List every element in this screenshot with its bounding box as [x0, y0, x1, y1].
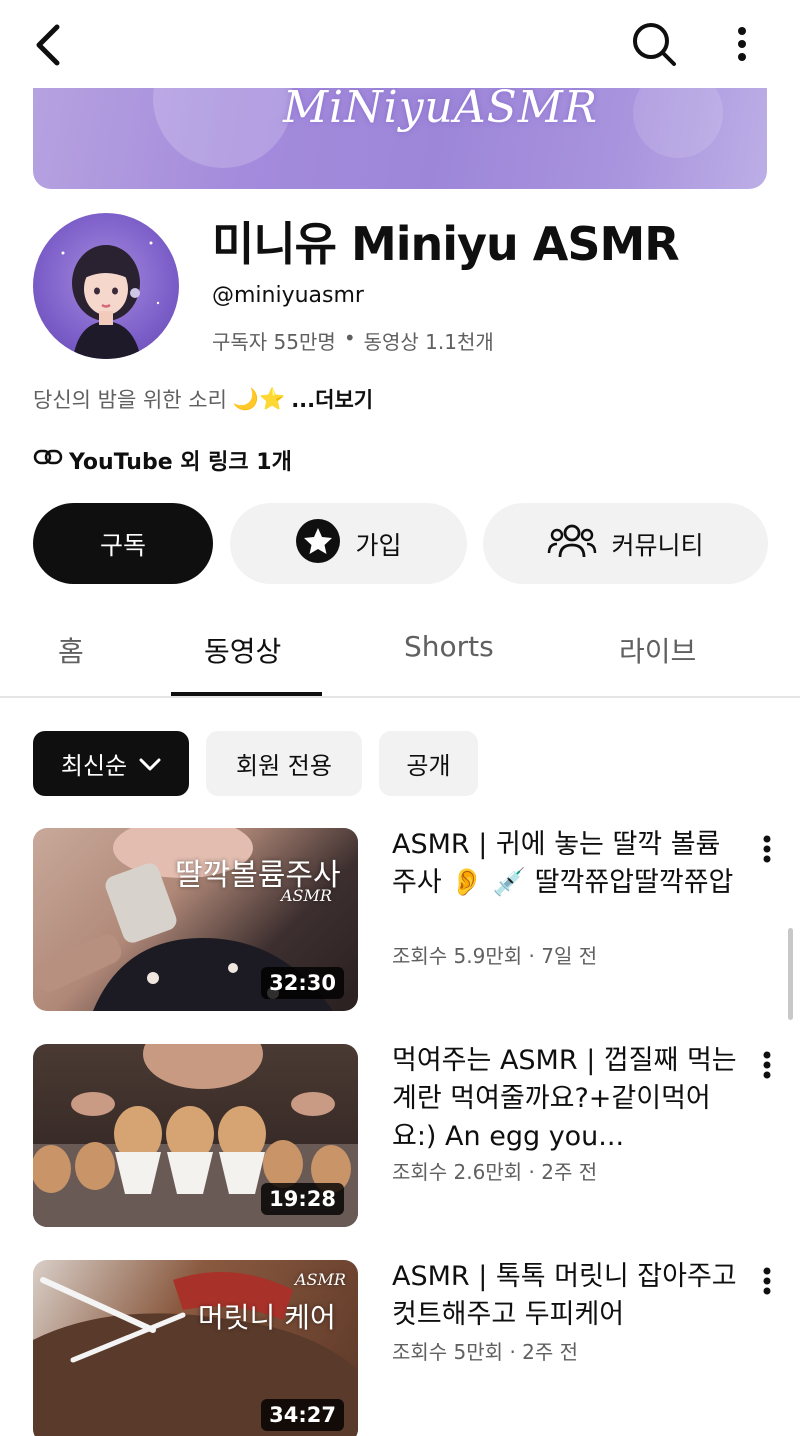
video-title[interactable]: ASMR | 귀에 놓는 딸깍 볼륨 주사 👂 💉 딸깍쮸압딸깍쮸압 [392, 826, 742, 902]
video-meta: 조회수 5만회 · 2주 전 [392, 1340, 579, 1364]
banner-moon-decoration [633, 88, 723, 158]
subscribe-button[interactable]: 구독 [33, 503, 213, 584]
people-icon [547, 521, 597, 567]
channel-banner: MiNiyuASMR [33, 88, 767, 189]
top-app-bar [0, 0, 800, 90]
video-duration: 19:28 [261, 1183, 344, 1215]
video-title[interactable]: 먹여주는 ASMR | 껍질째 먹는 계란 먹여줄까요?+같이먹어요:) An … [392, 1042, 742, 1156]
tab-live[interactable]: 라이브 [619, 630, 696, 670]
thumbnail-overlay-subtext: ASMR [281, 886, 332, 905]
community-label: 커뮤니티 [611, 530, 704, 560]
video-more-icon[interactable] [752, 832, 782, 866]
back-arrow-icon[interactable] [24, 18, 72, 72]
video-more-icon[interactable] [752, 1048, 782, 1082]
description-text: 당신의 밤을 위한 소리 [33, 388, 227, 412]
chevron-down-icon [139, 750, 161, 778]
tab-home[interactable]: 홈 [58, 630, 84, 670]
video-thumbnail[interactable]: 19:28 [33, 1044, 358, 1227]
link-icon [33, 447, 63, 473]
sort-label: 최신순 [60, 752, 128, 780]
description-emoji: 🌙⭐ [232, 386, 286, 411]
more-vert-icon[interactable] [722, 16, 762, 72]
video-more-icon[interactable] [752, 1264, 782, 1298]
channel-handle: @miniyuasmr [212, 283, 364, 308]
stats-separator: • [343, 326, 356, 350]
banner-logo: MiNiyuASMR [283, 88, 598, 133]
join-button[interactable]: 가입 [230, 503, 467, 584]
search-icon[interactable] [626, 16, 682, 72]
video-meta: 조회수 5.9만회 · 7일 전 [392, 944, 598, 968]
thumbnail-overlay-subtext: ASMR [295, 1270, 346, 1289]
subscriber-count: 구독자 55만명 [212, 330, 336, 354]
more-description-link[interactable]: ...더보기 [291, 384, 373, 414]
video-duration: 32:30 [261, 967, 344, 999]
tab-videos[interactable]: 동영상 [204, 630, 281, 670]
tab-shorts[interactable]: Shorts [404, 630, 494, 663]
video-count: 동영상 1.1천개 [363, 330, 494, 354]
video-duration: 34:27 [261, 1399, 344, 1431]
subscribe-label: 구독 [99, 530, 146, 560]
channel-stats: 구독자 55만명 • 동영상 1.1천개 [212, 326, 494, 355]
video-title[interactable]: ASMR | 톡톡 머릿니 잡아주고 컷트해주고 두피케어 [392, 1258, 742, 1334]
video-thumbnail[interactable]: 머릿니 케어 ASMR 34:27 [33, 1260, 358, 1436]
thumbnail-overlay-text: 머릿니 케어 [198, 1301, 336, 1334]
video-item[interactable]: 19:28 먹여주는 ASMR | 껍질째 먹는 계란 먹여줄까요?+같이먹어요… [0, 1044, 800, 1228]
video-item[interactable]: 딸깍볼륨주사 ASMR 32:30 ASMR | 귀에 놓는 딸깍 볼륨 주사 … [0, 828, 800, 1012]
members-only-chip[interactable]: 회원 전용 [206, 731, 362, 796]
channel-links[interactable]: YouTube 외 링크 1개 [33, 444, 292, 476]
star-icon [295, 518, 341, 570]
links-label: YouTube 외 링크 1개 [69, 450, 292, 475]
video-item[interactable]: 머릿니 케어 ASMR 34:27 ASMR | 톡톡 머릿니 잡아주고 컷트해… [0, 1260, 800, 1436]
active-tab-indicator [171, 692, 322, 696]
sort-dropdown[interactable]: 최신순 [33, 731, 189, 796]
channel-tabs: 홈 동영상 Shorts 라이브 [0, 612, 800, 698]
scrollbar[interactable] [788, 928, 793, 1020]
video-thumbnail[interactable]: 딸깍볼륨주사 ASMR 32:30 [33, 828, 358, 1011]
channel-avatar[interactable] [33, 213, 179, 359]
channel-name: 미니유 Miniyu ASMR [212, 217, 680, 271]
video-meta: 조회수 2.6만회 · 2주 전 [392, 1160, 598, 1184]
channel-description[interactable]: 당신의 밤을 위한 소리 🌙⭐ ...더보기 [33, 384, 373, 414]
public-chip[interactable]: 공개 [379, 731, 478, 796]
banner-moon-decoration [153, 88, 293, 168]
community-button[interactable]: 커뮤니티 [483, 503, 768, 584]
join-label: 가입 [355, 530, 402, 560]
